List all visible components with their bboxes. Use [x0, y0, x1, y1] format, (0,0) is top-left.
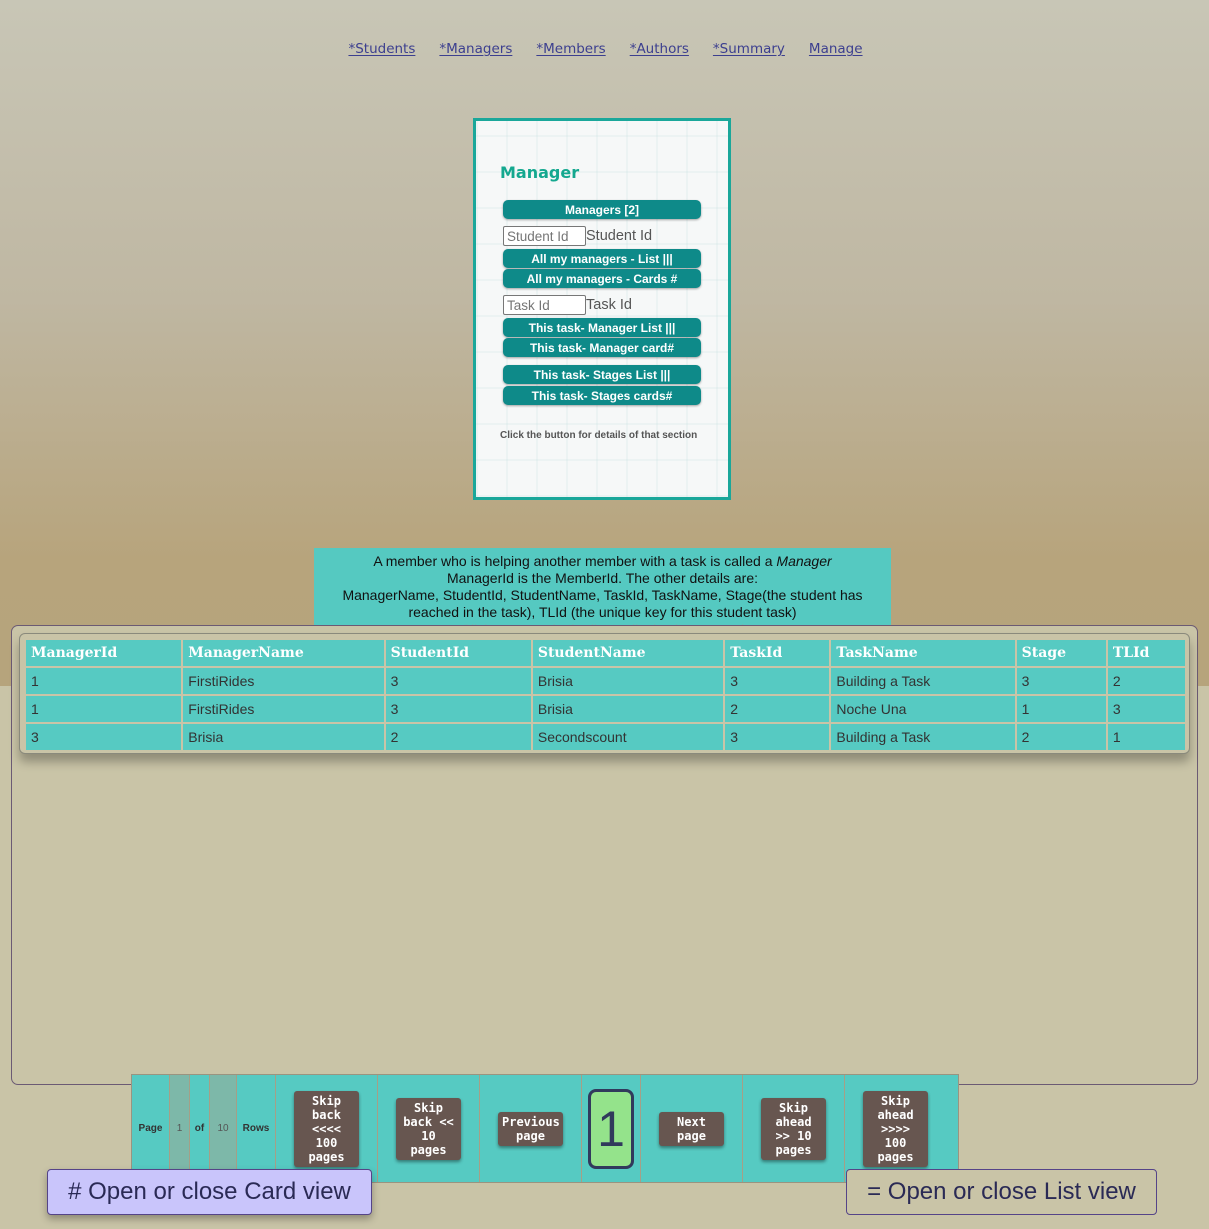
all-managers-list-button[interactable]: All my managers - List |||: [503, 249, 701, 268]
table-cell: 2: [725, 696, 830, 722]
of-label: of: [190, 1075, 210, 1182]
table-cell: Secondscount: [532, 724, 724, 750]
rows-label: Rows: [237, 1075, 276, 1182]
skip-back-100-button[interactable]: Skip back <<<< 100 pages: [294, 1090, 359, 1167]
table-cell: 2: [1107, 668, 1185, 694]
previous-page-button[interactable]: Previous page: [498, 1111, 563, 1146]
card-view-toggle-button[interactable]: # Open or close Card view: [47, 1169, 372, 1215]
previous-page-cell: Previous page: [480, 1075, 582, 1182]
description-line-1: A member who is helping another member w…: [314, 553, 891, 570]
table-cell: Brisia: [532, 696, 724, 722]
table-cell: 1: [1016, 696, 1106, 722]
table-cell: 1: [1107, 724, 1185, 750]
table-cell: 3: [725, 668, 830, 694]
nav-summary-link[interactable]: *Summary: [713, 41, 785, 57]
description-line-3: ManagerName, StudentId, StudentName, Tas…: [342, 587, 863, 603]
all-managers-cards-button[interactable]: All my managers - Cards #: [503, 269, 701, 288]
current-page-number: 1: [170, 1075, 190, 1182]
list-view-toggle-button[interactable]: = Open or close List view: [846, 1169, 1157, 1215]
skip-ahead-10-button[interactable]: Skip ahead >> 10 pages: [761, 1097, 826, 1160]
student-id-row: Student Id: [503, 226, 652, 246]
list-view-panel: ManagerId ManagerName StudentId StudentN…: [11, 625, 1198, 1085]
table-cell: 3: [26, 724, 182, 750]
managers-table: ManagerId ManagerName StudentId StudentN…: [24, 638, 1187, 752]
card-title: Manager: [500, 163, 580, 182]
page-label: Page: [132, 1075, 170, 1182]
table-cell: 3: [725, 724, 830, 750]
nav-manage-link[interactable]: Manage: [809, 41, 863, 57]
skip-ahead-100-cell: Skip ahead >>>> 100 pages: [845, 1075, 946, 1182]
task-stages-cards-button[interactable]: This task- Stages cards#: [503, 386, 701, 405]
table-row[interactable]: 1 FirstiRides 3 Brisia 2 Noche Una 1 3: [26, 696, 1185, 722]
description-panel: A member who is helping another member w…: [314, 548, 891, 636]
nav-managers-link[interactable]: *Managers: [439, 41, 512, 57]
card-hint: Click the button for details of that sec…: [500, 430, 698, 441]
description-line-4: reached in the task), TLId (the unique k…: [408, 604, 797, 620]
table-cell: 2: [1016, 724, 1106, 750]
managers-button[interactable]: Managers [2]: [503, 200, 701, 219]
table-row[interactable]: 1 FirstiRides 3 Brisia 3 Building a Task…: [26, 668, 1185, 694]
student-id-input[interactable]: [503, 226, 586, 246]
column-header[interactable]: TLId: [1107, 640, 1185, 666]
table-cell: Building a Task: [831, 724, 1015, 750]
current-page-display: 1: [588, 1088, 634, 1169]
column-header[interactable]: StudentName: [532, 640, 724, 666]
task-manager-card-button[interactable]: This task- Manager card#: [503, 338, 701, 357]
nav-members-link[interactable]: *Members: [536, 41, 605, 57]
table-cell: 3: [1016, 668, 1106, 694]
column-header[interactable]: ManagerName: [183, 640, 384, 666]
table-cell: Noche Una: [831, 696, 1015, 722]
pagination-bar: Page 1 of 10 Rows Skip back <<<< 100 pag…: [131, 1074, 959, 1183]
skip-back-100-cell: Skip back <<<< 100 pages: [276, 1075, 378, 1182]
description-line-2: ManagerId is the MemberId. The other det…: [446, 570, 758, 586]
table-cell: FirstiRides: [183, 668, 384, 694]
page-box-cell: 1: [582, 1075, 641, 1182]
skip-back-10-button[interactable]: Skip back << 10 pages: [396, 1097, 461, 1160]
table-cell: 1: [26, 668, 182, 694]
manager-menu-card: Manager Managers [2] Student Id All my m…: [473, 118, 731, 500]
nav-authors-link[interactable]: *Authors: [630, 41, 689, 57]
description-term: Manager: [776, 553, 832, 569]
table-row[interactable]: 3 Brisia 2 Secondscount 3 Building a Tas…: [26, 724, 1185, 750]
total-pages-number: 10: [210, 1075, 237, 1182]
table-cell: 3: [1107, 696, 1185, 722]
task-stages-list-button[interactable]: This task- Stages List |||: [503, 365, 701, 384]
column-header[interactable]: TaskName: [831, 640, 1015, 666]
student-id-label: Student Id: [586, 228, 653, 244]
description-line-1-text: A member who is helping another member w…: [373, 553, 777, 569]
table-cell: Building a Task: [831, 668, 1015, 694]
nav-students-link[interactable]: *Students: [348, 41, 415, 57]
column-header[interactable]: StudentId: [385, 640, 531, 666]
table-header-row: ManagerId ManagerName StudentId StudentN…: [26, 640, 1185, 666]
skip-ahead-100-button[interactable]: Skip ahead >>>> 100 pages: [863, 1090, 928, 1167]
table-cell: 3: [385, 696, 531, 722]
table-cell: Brisia: [532, 668, 724, 694]
task-id-input[interactable]: [503, 295, 586, 315]
table-cell: 1: [26, 696, 182, 722]
table-cell: Brisia: [183, 724, 384, 750]
next-page-cell: Next page: [641, 1075, 743, 1182]
table-cell: FirstiRides: [183, 696, 384, 722]
top-nav: *Students *Managers *Members *Authors *S…: [0, 41, 1209, 57]
task-id-row: Task Id: [503, 295, 632, 315]
skip-ahead-10-cell: Skip ahead >> 10 pages: [743, 1075, 845, 1182]
column-header[interactable]: ManagerId: [26, 640, 182, 666]
table-cell: 2: [385, 724, 531, 750]
next-page-button[interactable]: Next page: [659, 1111, 724, 1146]
managers-table-container: ManagerId ManagerName StudentId StudentN…: [19, 633, 1190, 754]
task-manager-list-button[interactable]: This task- Manager List |||: [503, 318, 701, 337]
column-header[interactable]: Stage: [1016, 640, 1106, 666]
skip-back-10-cell: Skip back << 10 pages: [378, 1075, 480, 1182]
table-cell: 3: [385, 668, 531, 694]
column-header[interactable]: TaskId: [725, 640, 830, 666]
task-id-label: Task Id: [586, 297, 632, 313]
